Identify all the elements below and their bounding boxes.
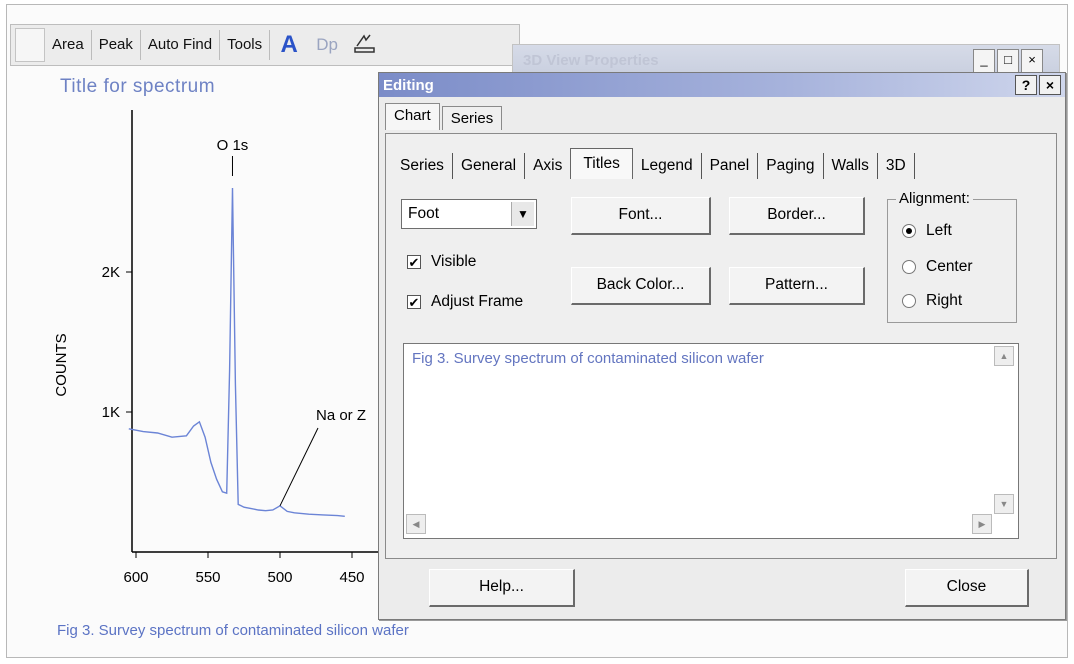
check-icon: ✔ bbox=[407, 295, 421, 310]
tab-paging[interactable]: Paging bbox=[758, 153, 824, 179]
x-tick-label: 500 bbox=[267, 569, 292, 586]
scroll-up-icon[interactable]: ▲ bbox=[994, 346, 1014, 366]
title-text-memo[interactable]: Fig 3. Survey spectrum of contaminated s… bbox=[403, 343, 1019, 539]
maximize-button[interactable]: □ bbox=[997, 49, 1019, 73]
tab-legend[interactable]: Legend bbox=[633, 153, 702, 179]
radio-selected-icon bbox=[902, 224, 916, 238]
align-left-label: Left bbox=[926, 222, 952, 239]
scroll-right-icon[interactable]: ▶ bbox=[972, 514, 992, 534]
chevron-down-icon[interactable]: ▼ bbox=[511, 202, 534, 226]
tab-titles[interactable]: Titles bbox=[570, 147, 633, 179]
title-select[interactable]: Foot ▼ bbox=[401, 199, 537, 229]
scroll-down-icon[interactable]: ▼ bbox=[994, 494, 1014, 514]
x-tick-label: 550 bbox=[195, 569, 220, 586]
figure-caption: Fig 3. Survey spectrum of contaminated s… bbox=[57, 622, 409, 639]
annotation-na-or-z: Na or Z bbox=[316, 407, 366, 424]
y-tick-label: 1K bbox=[102, 404, 120, 421]
x-tick-label: 450 bbox=[339, 569, 364, 586]
close-button[interactable]: Close bbox=[905, 569, 1029, 607]
x-tick-label: 600 bbox=[123, 569, 148, 586]
pattern-button[interactable]: Pattern... bbox=[729, 267, 865, 305]
scroll-left-icon[interactable]: ◀ bbox=[406, 514, 426, 534]
tab-axis[interactable]: Axis bbox=[525, 153, 570, 179]
vertical-scrollbar[interactable]: ▲ ▼ bbox=[994, 346, 1016, 516]
radio-icon bbox=[902, 260, 916, 274]
visible-checkbox[interactable]: ✔ Visible bbox=[407, 253, 476, 271]
font-button[interactable]: Font... bbox=[571, 197, 711, 235]
check-icon: ✔ bbox=[407, 255, 421, 270]
back-color-button[interactable]: Back Color... bbox=[571, 267, 711, 305]
y-axis-label: COUNTS bbox=[53, 333, 70, 396]
help-ctrl-button[interactable]: ? bbox=[1015, 75, 1037, 95]
radio-icon bbox=[902, 294, 916, 308]
annotation-leader bbox=[279, 427, 319, 507]
tab-series-outer[interactable]: Series bbox=[441, 106, 503, 130]
close-ctrl-button[interactable]: × bbox=[1039, 75, 1061, 95]
alignment-group: Alignment: Left Center Right bbox=[887, 190, 1017, 323]
horizontal-scrollbar[interactable]: ◀ ▶ bbox=[406, 514, 994, 536]
3d-view-controls: _ □ × bbox=[973, 49, 1043, 73]
tab-3d[interactable]: 3D bbox=[878, 153, 915, 179]
adjust-frame-checkbox[interactable]: ✔ Adjust Frame bbox=[407, 293, 523, 311]
close-button[interactable]: × bbox=[1021, 49, 1043, 73]
align-right-radio[interactable]: Right bbox=[902, 292, 962, 310]
help-button[interactable]: Help... bbox=[429, 569, 575, 607]
tab-general[interactable]: General bbox=[453, 153, 526, 179]
minimize-button[interactable]: _ bbox=[973, 49, 995, 73]
tab-chart[interactable]: Chart bbox=[385, 103, 440, 130]
outer-tabs: Chart Series bbox=[385, 103, 504, 130]
align-left-radio[interactable]: Left bbox=[902, 222, 952, 240]
tab-panel[interactable]: Panel bbox=[702, 153, 759, 179]
dialog-titlebar: Editing ? × bbox=[379, 73, 1065, 97]
alignment-label: Alignment: bbox=[896, 190, 973, 207]
align-right-label: Right bbox=[926, 292, 963, 309]
dialog-title: Editing bbox=[383, 76, 434, 94]
title-select-value: Foot bbox=[408, 205, 440, 222]
tab-series[interactable]: Series bbox=[392, 153, 453, 179]
visible-label: Visible bbox=[431, 253, 477, 270]
editing-dialog: Editing ? × Chart Series Series General … bbox=[378, 72, 1066, 620]
border-button[interactable]: Border... bbox=[729, 197, 865, 235]
adjust-frame-label: Adjust Frame bbox=[431, 293, 524, 310]
tab-walls[interactable]: Walls bbox=[824, 153, 878, 179]
inner-tabs: Series General Axis Titles Legend Panel … bbox=[392, 147, 915, 180]
3d-view-title: 3D View Properties bbox=[523, 51, 659, 69]
y-tick-label: 2K bbox=[102, 264, 120, 281]
align-center-label: Center bbox=[926, 258, 973, 275]
memo-text: Fig 3. Survey spectrum of contaminated s… bbox=[412, 350, 764, 367]
series-line bbox=[128, 187, 345, 517]
align-center-radio[interactable]: Center bbox=[902, 258, 973, 276]
annotation-o1s: O 1s bbox=[217, 137, 249, 154]
spectrum-plot: COUNTS 600 550 500 450 1K 2K O 1s Na or Z bbox=[53, 110, 380, 586]
